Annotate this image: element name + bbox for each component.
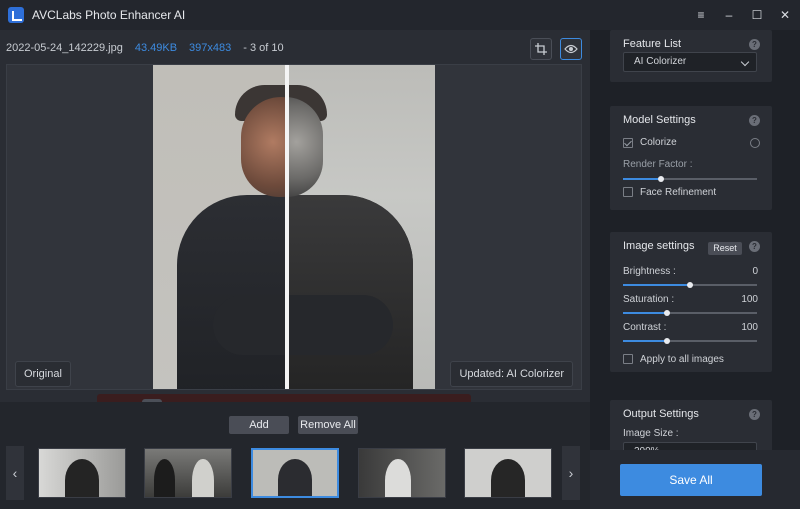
remove-all-button[interactable]: Remove All bbox=[298, 416, 358, 434]
thumbnail-prev-button[interactable]: ‹ bbox=[6, 446, 24, 500]
gear-icon[interactable] bbox=[750, 138, 760, 148]
main-area: 2022-05-24_142229.jpg 43.49KB 397x483 - … bbox=[0, 30, 590, 509]
file-name: 2022-05-24_142229.jpg bbox=[6, 42, 123, 54]
image-size-label: Image Size : bbox=[623, 428, 679, 439]
minimize-icon[interactable]: – bbox=[722, 8, 736, 22]
brightness-slider[interactable] bbox=[623, 282, 757, 288]
photo-figure-body-original bbox=[285, 195, 413, 389]
file-info-bar: 2022-05-24_142229.jpg 43.49KB 397x483 - … bbox=[6, 38, 284, 58]
updated-label: Updated: AI Colorizer bbox=[450, 361, 573, 387]
help-icon[interactable]: ? bbox=[749, 39, 760, 50]
save-area: Save All bbox=[590, 450, 800, 509]
thumbnail-panel: Add Remove All ‹ › bbox=[0, 402, 590, 509]
save-all-button[interactable]: Save All bbox=[620, 464, 762, 496]
saturation-value: 100 bbox=[741, 294, 758, 305]
maximize-icon[interactable]: ☐ bbox=[750, 8, 764, 22]
slider-fill bbox=[623, 312, 668, 314]
app-logo-icon bbox=[8, 7, 24, 23]
contrast-value: 100 bbox=[741, 322, 758, 333]
file-size: 43.49KB bbox=[134, 42, 178, 54]
thumbnail-item[interactable] bbox=[358, 448, 446, 498]
original-label: Original bbox=[15, 361, 71, 387]
file-dimensions: 397x483 bbox=[189, 42, 232, 54]
eye-icon[interactable] bbox=[560, 38, 582, 60]
render-factor-label: Render Factor : bbox=[623, 159, 693, 170]
contrast-slider[interactable] bbox=[623, 338, 757, 344]
photo-figure-arms bbox=[213, 295, 393, 355]
brightness-value: 0 bbox=[752, 266, 758, 277]
model-settings-title: Model Settings bbox=[623, 114, 696, 126]
contrast-label: Contrast : bbox=[623, 322, 667, 333]
reset-button[interactable]: Reset bbox=[708, 242, 742, 255]
thumbnail-next-button[interactable]: › bbox=[562, 446, 580, 500]
thumbnail-item[interactable] bbox=[38, 448, 126, 498]
saturation-label: Saturation : bbox=[623, 294, 675, 305]
app-title: AVCLabs Photo Enhancer AI bbox=[32, 8, 186, 22]
view-icons bbox=[530, 38, 582, 60]
feature-list-title: Feature List bbox=[623, 38, 682, 50]
compare-divider-handle[interactable] bbox=[285, 65, 289, 389]
saturation-slider[interactable] bbox=[623, 310, 757, 316]
slider-knob[interactable] bbox=[657, 176, 664, 182]
slider-knob[interactable] bbox=[664, 310, 671, 316]
add-button[interactable]: Add bbox=[229, 416, 289, 434]
thumbnail-item-selected[interactable] bbox=[251, 448, 339, 498]
settings-panel: Feature List ? AI Colorizer Model Settin… bbox=[590, 30, 800, 509]
face-refinement-checkbox[interactable] bbox=[623, 187, 633, 197]
model-settings-card: Model Settings ? Colorize Render Factor … bbox=[610, 106, 772, 210]
menu-icon[interactable]: ≡ bbox=[694, 8, 708, 22]
slider-fill bbox=[623, 178, 661, 180]
help-icon[interactable]: ? bbox=[749, 115, 760, 126]
image-settings-title: Image settings bbox=[623, 240, 695, 252]
file-count: - 3 of 10 bbox=[243, 42, 284, 54]
colorize-checkbox[interactable] bbox=[623, 138, 633, 148]
photo-preview bbox=[153, 65, 435, 389]
colorize-label: Colorize bbox=[640, 137, 677, 148]
help-icon[interactable]: ? bbox=[749, 241, 760, 252]
feature-list-card: Feature List ? AI Colorizer bbox=[610, 30, 772, 82]
crop-icon[interactable] bbox=[530, 38, 552, 60]
slider-knob[interactable] bbox=[687, 282, 693, 288]
render-factor-slider[interactable] bbox=[623, 176, 757, 182]
help-icon[interactable]: ? bbox=[749, 409, 760, 420]
apply-all-checkbox[interactable] bbox=[623, 354, 633, 364]
output-settings-title: Output Settings bbox=[623, 408, 699, 420]
slider-fill bbox=[623, 284, 690, 286]
thumbnail-strip: ‹ › bbox=[0, 446, 590, 502]
window-controls: ≡ – ☐ ✕ bbox=[694, 0, 792, 30]
image-settings-card: Image settings Reset ? Brightness : 0 Sa… bbox=[610, 232, 772, 372]
feature-select[interactable]: AI Colorizer bbox=[623, 52, 757, 72]
feature-select-value: AI Colorizer bbox=[634, 56, 687, 67]
close-icon[interactable]: ✕ bbox=[778, 8, 792, 22]
apply-all-label: Apply to all images bbox=[640, 354, 724, 365]
slider-fill bbox=[623, 340, 668, 342]
image-viewer[interactable]: Original Updated: AI Colorizer bbox=[6, 64, 582, 390]
brightness-label: Brightness : bbox=[623, 266, 676, 277]
chevron-down-icon bbox=[740, 57, 750, 67]
face-refinement-label: Face Refinement bbox=[640, 187, 717, 198]
thumbnail-item[interactable] bbox=[464, 448, 552, 498]
thumbnail-item[interactable] bbox=[144, 448, 232, 498]
slider-knob[interactable] bbox=[664, 338, 671, 344]
title-bar: AVCLabs Photo Enhancer AI ≡ – ☐ ✕ bbox=[0, 0, 800, 30]
